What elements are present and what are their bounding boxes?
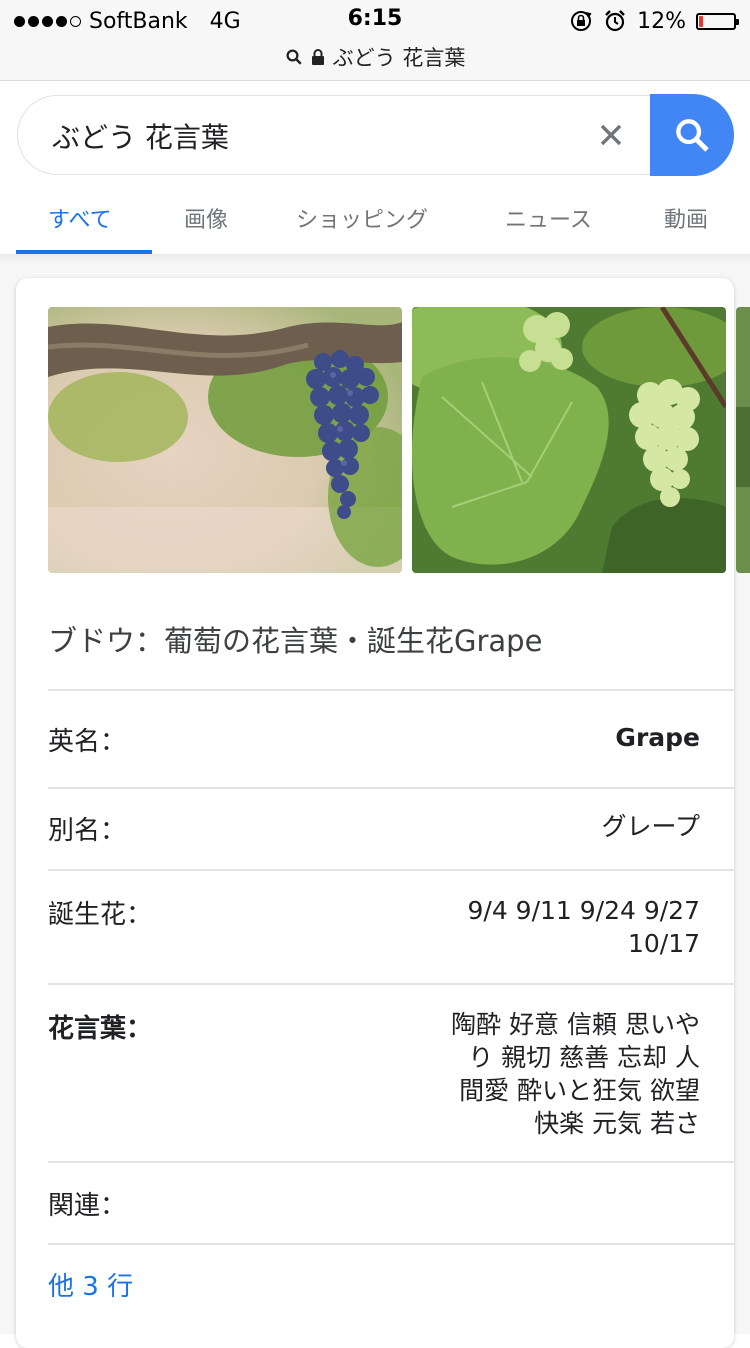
clear-search-button[interactable] [592,116,630,154]
value-line: 10/17 [627,929,700,958]
tab-all[interactable]: すべて [48,202,112,234]
tab-news[interactable]: ニュース [505,202,592,234]
battery-level-fill [699,15,703,27]
lock-rotation-icon [571,11,592,31]
alias-value: グレープ [601,810,700,843]
close-icon [600,124,622,146]
english-name-label: 英名： [48,727,127,757]
value-line: り 親切 慈善 忘却 人 [468,1043,700,1072]
status-bar: SoftBank 4G 6:15 12% ぶどう 花言葉 [0,0,750,81]
divider [48,787,734,789]
url-bar[interactable]: ぶどう 花言葉 [0,42,750,72]
value-line: 快楽 元気 若さ [534,1109,700,1138]
search-input[interactable]: ぶどう 花言葉 [52,116,229,156]
search-box[interactable]: ぶどう 花言葉 [17,95,733,175]
alias-label: 別名： [48,816,127,846]
divider [48,1243,734,1245]
english-name-value: Grape [615,721,700,754]
lock-icon [311,49,324,65]
related-label: 関連： [48,1191,127,1221]
tab-images[interactable]: 画像 [184,202,228,234]
grape-image-green[interactable] [412,307,726,573]
value-line: Grape [615,723,700,752]
flower-language-value: 陶酔 好意 信頼 思いや り 親切 慈善 忘却 人 間愛 酔いと狂気 欲望 快楽… [451,1008,700,1140]
search-icon [676,119,709,152]
flower-language-label: 花言葉： [48,1014,153,1044]
value-line: 陶酔 好意 信頼 思いや [451,1010,700,1039]
alarm-icon [605,10,625,32]
tab-videos[interactable]: 動画 [664,202,708,234]
url-text: ぶどう 花言葉 [332,46,466,70]
search-icon [286,49,302,65]
divider [48,983,734,985]
value-line: 9/4 9/11 9/24 9/27 [467,896,701,925]
value-line: 間愛 酔いと狂気 欲望 [459,1076,700,1105]
tab-shopping[interactable]: ショッピング [296,202,428,234]
more-rows-link[interactable]: 他 3 行 [48,1266,133,1303]
battery-percent: 12% [637,8,686,34]
grape-image-partial[interactable] [736,307,750,573]
grape-image-purple[interactable] [48,307,402,573]
divider [48,689,734,691]
result-title[interactable]: ブドウ：葡萄の花言葉・誕生花Grape [48,618,542,660]
value-line: グレープ [601,812,700,841]
search-button[interactable] [650,94,734,176]
status-right: 12% [569,6,739,36]
birth-flower-label: 誕生花： [48,900,153,930]
battery-icon [696,12,739,30]
birth-flower-value: 9/4 9/11 9/24 9/27 10/17 [468,894,701,960]
divider [48,1161,734,1163]
divider [48,869,734,871]
search-tabs: すべて 画像 ショッピング ニュース 動画 [0,190,750,254]
tabs-shadow [0,254,750,264]
